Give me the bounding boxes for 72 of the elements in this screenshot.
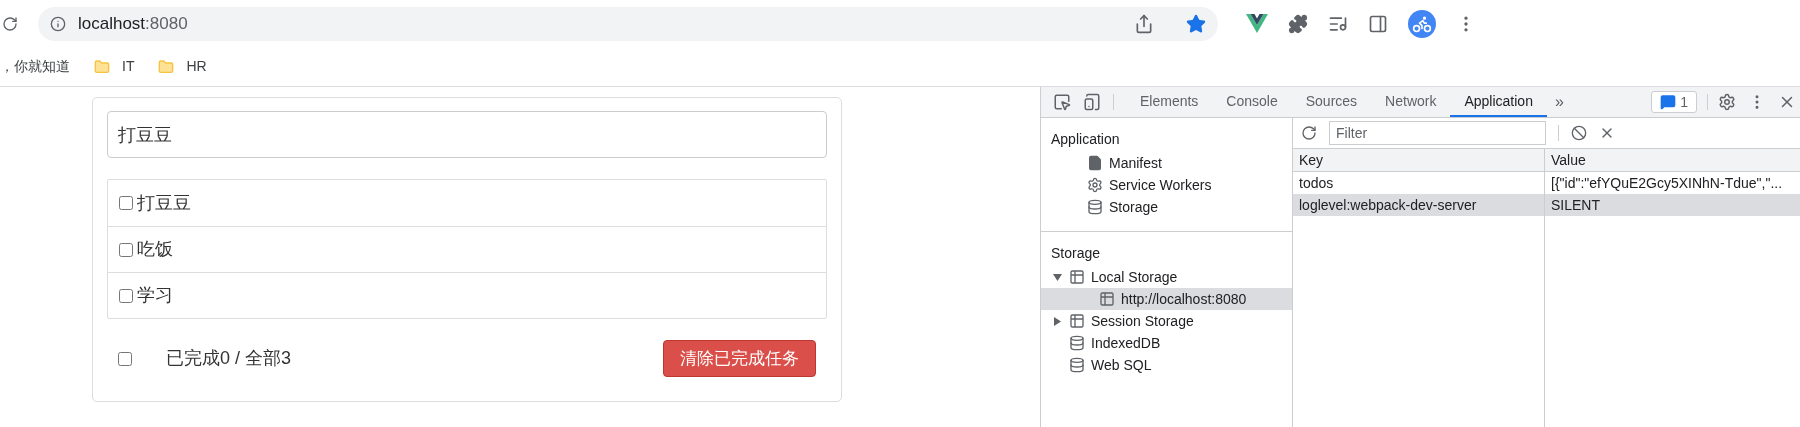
grid-icon [1099, 291, 1115, 307]
device-icon[interactable] [1083, 93, 1101, 111]
sidebar-item[interactable]: http://localhost:8080 [1041, 288, 1292, 310]
todo-input[interactable]: 打豆豆 [107, 111, 827, 158]
url-text: localhost:8080 [78, 12, 188, 35]
value-cell-text: SILENT [1550, 195, 1601, 215]
sidebar-item[interactable]: Storage [1041, 196, 1292, 218]
column-header[interactable]: Key [1293, 149, 1545, 171]
todo-checkbox[interactable] [119, 242, 133, 257]
caret-right-icon[interactable] [1053, 316, 1061, 326]
sidebar-label: Web SQL [1091, 355, 1152, 375]
database-icon [1069, 357, 1085, 373]
inspect-icon[interactable] [1053, 93, 1071, 111]
sidebar-label: Manifest [1109, 153, 1162, 173]
bookmark[interactable]: ，你就知道 [0, 56, 70, 77]
puzzle-icon[interactable] [1288, 13, 1308, 34]
issues-badge[interactable]: 1 [1651, 91, 1697, 113]
devtools-tab[interactable]: Network [1371, 87, 1451, 117]
extension-logo-icon[interactable] [1246, 13, 1268, 34]
grid-icon [1069, 313, 1085, 329]
sidebar-item[interactable]: Service Workers [1041, 174, 1292, 196]
settings-icon[interactable] [1718, 93, 1736, 111]
key-cell: loglevel:webpack-dev-server [1293, 194, 1545, 216]
gear-icon [1087, 177, 1103, 193]
column-header[interactable]: Value [1545, 149, 1800, 171]
devtools-tab[interactable]: Console [1212, 87, 1292, 117]
storage-row[interactable]: loglevel:webpack-dev-server SILENT [1293, 194, 1800, 216]
sidebar-item[interactable]: Manifest [1041, 152, 1292, 174]
folder-icon [94, 58, 110, 75]
star-icon[interactable] [1186, 13, 1206, 34]
devtools-tab[interactable]: Sources [1291, 87, 1372, 117]
sidebar-label: http://localhost:8080 [1121, 289, 1247, 309]
sidebar-section-title: Storage [1050, 243, 1102, 263]
sidebar-item[interactable]: Session Storage [1041, 310, 1292, 332]
refresh-icon[interactable] [1301, 125, 1317, 141]
reload-icon[interactable] [2, 15, 18, 32]
info-icon[interactable] [50, 15, 66, 32]
todo-label: 打豆豆 [137, 191, 191, 215]
sidebar-section-title: Application [1050, 129, 1121, 149]
bookmark[interactable]: HR [186, 56, 207, 77]
filter-field[interactable]: Filter [1329, 121, 1546, 145]
file-icon [1087, 155, 1103, 171]
sidebar-item[interactable]: Local Storage [1041, 266, 1292, 288]
sidebar-item[interactable]: IndexedDB [1041, 332, 1292, 354]
bookmark[interactable]: IT [122, 56, 135, 77]
more-tabs-button[interactable]: » [1546, 90, 1572, 114]
share-icon[interactable] [1134, 13, 1154, 34]
value-cell-text: [{"id":"efYQuE2Gcy5XINhN-Tdue","... [1550, 173, 1784, 193]
clear-all-icon[interactable] [1571, 125, 1587, 141]
todo-checkbox[interactable] [119, 196, 133, 210]
devtools-tab[interactable]: Application [1450, 87, 1547, 117]
sidebar-label: Session Storage [1091, 311, 1194, 331]
avatar[interactable] [1408, 9, 1436, 38]
sidebar-label: Local Storage [1091, 267, 1178, 287]
address-bar[interactable]: localhost:8080 [38, 6, 1218, 41]
database-icon [1087, 199, 1103, 215]
todo-label: 吃饭 [137, 238, 173, 261]
todo-label: 学习 [137, 284, 173, 307]
caret-down-icon[interactable] [1052, 273, 1062, 281]
folder-icon [158, 58, 175, 75]
database-icon [1069, 335, 1085, 351]
sidebar-label: IndexedDB [1091, 333, 1161, 353]
grid-icon [1069, 269, 1085, 285]
todo-summary: 已完成0 / 全部3 [166, 347, 292, 370]
sidebar-label: Service Workers [1109, 175, 1212, 195]
sidebar-label: Storage [1109, 197, 1159, 217]
clear-completed-button[interactable]: 清除已完成任务 [663, 340, 816, 377]
todo-checkbox[interactable] [119, 288, 133, 303]
select-all-checkbox[interactable] [118, 351, 132, 366]
sidebar-item[interactable]: Web SQL [1041, 354, 1292, 376]
side-panel-icon[interactable] [1368, 13, 1388, 34]
devtools-tab[interactable]: Elements [1126, 87, 1213, 117]
